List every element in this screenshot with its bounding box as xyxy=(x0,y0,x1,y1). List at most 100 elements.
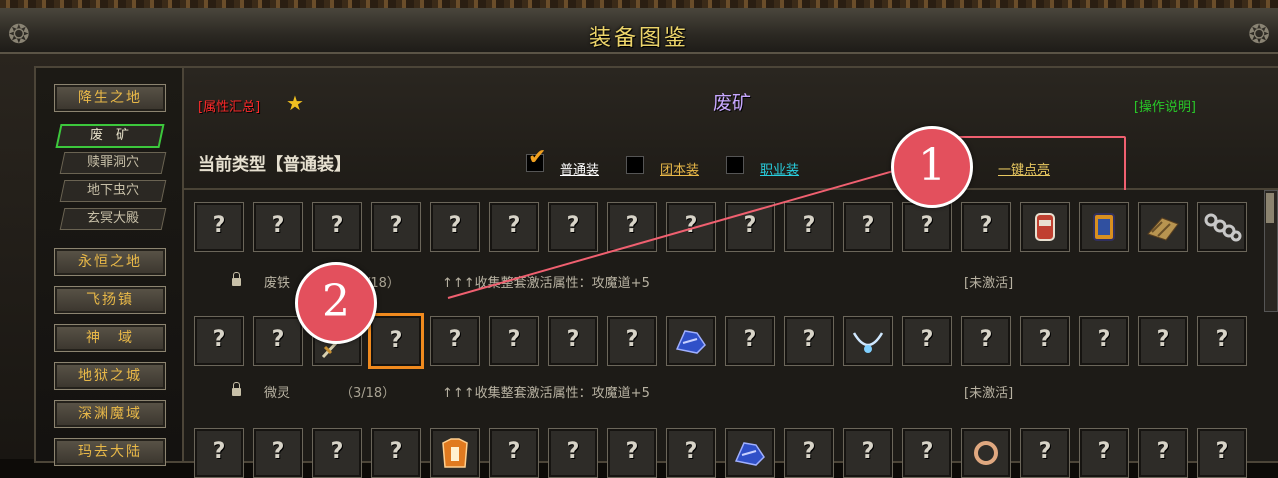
item-slot-unknown[interactable]: ? xyxy=(784,202,834,252)
unknown-item-mark: ? xyxy=(684,213,698,238)
nav-item-shenyuan[interactable]: 深渊魔域 xyxy=(54,400,166,428)
unknown-item-mark: ? xyxy=(625,439,639,464)
nav-sub-feikuang[interactable]: 废 矿 xyxy=(55,124,165,148)
item-slot-unknown[interactable]: ? xyxy=(902,428,952,478)
item-slot-unknown[interactable]: ? xyxy=(666,202,716,252)
item-slot-unknown[interactable]: ? xyxy=(1020,316,1070,366)
item-slot-unknown[interactable]: ? xyxy=(489,316,539,366)
unknown-item-mark: ? xyxy=(979,213,993,238)
unknown-item-mark: ? xyxy=(507,327,521,352)
unknown-item-mark: ? xyxy=(1038,439,1052,464)
unknown-item-mark: ? xyxy=(566,327,580,352)
item-slot-unknown[interactable]: ? xyxy=(253,316,303,366)
unknown-item-mark: ? xyxy=(389,328,403,353)
item-slot-unknown[interactable]: ? xyxy=(725,202,775,252)
unknown-item-mark: ? xyxy=(1097,327,1111,352)
orange-armor-icon xyxy=(431,429,479,477)
item-slot-unknown[interactable]: ? xyxy=(253,428,303,478)
item-slot-unknown[interactable]: ? xyxy=(371,428,421,478)
item-slot-unknown[interactable]: ? xyxy=(902,202,952,252)
filter-class-checkbox[interactable] xyxy=(726,156,744,174)
item-slot-unknown[interactable]: ? xyxy=(312,428,362,478)
item-slot-unknown[interactable]: ? xyxy=(430,316,480,366)
item-slot-unknown[interactable]: ? xyxy=(961,316,1011,366)
item-slot[interactable] xyxy=(725,428,775,478)
nav-sub-shuzui[interactable]: 赎罪洞穴 xyxy=(59,152,167,174)
item-slot-unknown[interactable]: ? xyxy=(312,202,362,252)
item-slot[interactable] xyxy=(1079,202,1129,252)
item-slot-unknown[interactable]: ? xyxy=(371,202,421,252)
item-slot[interactable] xyxy=(1138,202,1188,252)
item-slot-unknown[interactable]: ? xyxy=(902,316,952,366)
unknown-item-mark: ? xyxy=(212,213,226,238)
item-slot[interactable] xyxy=(1020,202,1070,252)
unknown-item-mark: ? xyxy=(389,439,403,464)
item-slot-unknown[interactable]: ? xyxy=(1079,316,1129,366)
unknown-item-mark: ? xyxy=(861,213,875,238)
item-slot-unknown[interactable]: ? xyxy=(725,316,775,366)
unknown-item-mark: ? xyxy=(802,439,816,464)
window-title: 装备图鉴 xyxy=(588,26,689,51)
item-slot-unknown[interactable]: ? xyxy=(961,202,1011,252)
nav-sub-dixia[interactable]: 地下虫穴 xyxy=(59,180,167,202)
unknown-item-mark: ? xyxy=(625,327,639,352)
item-slot-unknown[interactable]: ? xyxy=(253,202,303,252)
unknown-item-mark: ? xyxy=(802,213,816,238)
item-slot[interactable] xyxy=(843,316,893,366)
item-slot-unknown[interactable]: ? xyxy=(784,316,834,366)
scrollbar[interactable] xyxy=(1264,190,1278,312)
item-slot[interactable] xyxy=(430,428,480,478)
filter-normal-label[interactable]: 普通装 xyxy=(560,159,599,178)
region-nav-panel: 降生之地 废 矿 赎罪洞穴 地下虫穴 玄冥大殿 永恒之地 飞扬镇 神 域 地狱之… xyxy=(34,66,184,466)
nav-item-feiyang[interactable]: 飞扬镇 xyxy=(54,286,166,314)
help-link[interactable]: [操作说明] xyxy=(1134,96,1196,115)
item-slot-unknown[interactable]: ? xyxy=(194,202,244,252)
item-slot-unknown[interactable]: ? xyxy=(194,428,244,478)
item-slot[interactable] xyxy=(666,316,716,366)
set-name: 废铁 xyxy=(264,276,291,291)
nav-item-maqu[interactable]: 玛去大陆 xyxy=(54,438,166,466)
nav-item-yongheng[interactable]: 永恒之地 xyxy=(54,248,166,276)
item-slot-unknown[interactable]: ? xyxy=(430,202,480,252)
item-slot[interactable] xyxy=(1197,202,1247,252)
filter-raid-label[interactable]: 团本装 xyxy=(660,159,699,178)
item-slot-unknown[interactable]: ? xyxy=(548,316,598,366)
item-slot-selected[interactable]: ? xyxy=(368,313,424,369)
item-slot-unknown[interactable]: ? xyxy=(548,428,598,478)
item-slot-unknown[interactable]: ? xyxy=(1020,428,1070,478)
panel-header: [属性汇总] ★ 废矿 [操作说明] 当前类型【普通装】 ✔ 普通装 团本装 职… xyxy=(184,68,1278,194)
callout-marker-1: 1 xyxy=(891,126,973,208)
one-click-light-button[interactable]: 一键点亮 xyxy=(998,159,1050,178)
item-slot-unknown[interactable]: ? xyxy=(666,428,716,478)
item-slot[interactable] xyxy=(961,428,1011,478)
scrollbar-thumb[interactable] xyxy=(1266,193,1274,223)
item-slot-unknown[interactable]: ? xyxy=(1197,428,1247,478)
item-slot-unknown[interactable]: ? xyxy=(1079,428,1129,478)
item-slot-unknown[interactable]: ? xyxy=(548,202,598,252)
unknown-item-mark: ? xyxy=(920,327,934,352)
nav-sub-xuanming[interactable]: 玄冥大殿 xyxy=(59,208,167,230)
ring-icon xyxy=(962,429,1010,477)
nav-item-jiangsheng[interactable]: 降生之地 xyxy=(54,84,166,112)
item-slot-unknown[interactable]: ? xyxy=(1138,428,1188,478)
nav-item-shenyu[interactable]: 神 域 xyxy=(54,324,166,352)
item-slot-unknown[interactable]: ? xyxy=(843,428,893,478)
current-type-label: 当前类型【普通装】 xyxy=(198,155,351,175)
item-slot-unknown[interactable]: ? xyxy=(607,202,657,252)
item-slot-unknown[interactable]: ? xyxy=(607,428,657,478)
unknown-item-mark: ? xyxy=(979,327,993,352)
item-slot-unknown[interactable]: ? xyxy=(194,316,244,366)
item-slot-unknown[interactable]: ? xyxy=(784,428,834,478)
item-slot-unknown[interactable]: ? xyxy=(607,316,657,366)
item-slot-unknown[interactable]: ? xyxy=(489,428,539,478)
nav-item-diyu[interactable]: 地狱之城 xyxy=(54,362,166,390)
filter-raid-checkbox[interactable] xyxy=(626,156,644,174)
item-slot-unknown[interactable]: ? xyxy=(489,202,539,252)
filter-class-label[interactable]: 职业装 xyxy=(760,159,799,178)
filter-normal-checkbox[interactable]: ✔ xyxy=(526,145,546,172)
item-slot-unknown[interactable]: ? xyxy=(1138,316,1188,366)
unknown-item-mark: ? xyxy=(861,439,875,464)
unknown-item-mark: ? xyxy=(330,213,344,238)
item-slot-unknown[interactable]: ? xyxy=(843,202,893,252)
item-slot-unknown[interactable]: ? xyxy=(1197,316,1247,366)
